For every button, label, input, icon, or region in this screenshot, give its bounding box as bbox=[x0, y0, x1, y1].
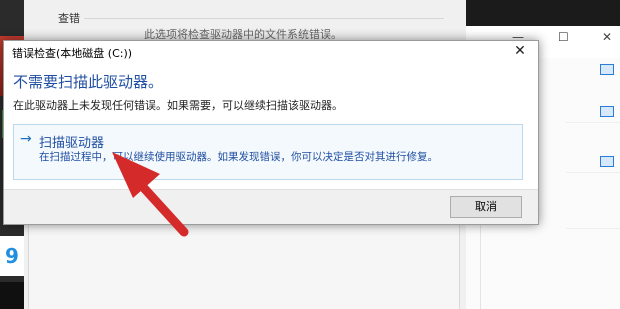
explorer-row-divider bbox=[566, 228, 620, 229]
explorer-row-divider bbox=[566, 172, 620, 173]
cancel-button[interactable]: 取消 bbox=[450, 196, 522, 218]
dialog-headline: 不需要扫描此驱动器。 bbox=[13, 73, 164, 91]
group-label-error-checking: 查错 bbox=[58, 12, 80, 25]
folder-icon[interactable] bbox=[600, 156, 614, 167]
folder-icon[interactable] bbox=[600, 106, 614, 117]
app-tile-blue[interactable]: 9 bbox=[0, 236, 24, 276]
dialog-footer: 取消 bbox=[4, 189, 538, 224]
scan-drive-button[interactable]: → 扫描驱动器 在扫描过程中，可以继续使用驱动器。如果发现错误，你可以决定是否对… bbox=[13, 124, 523, 180]
dialog-title: 错误检查(本地磁盘 (C:)) bbox=[12, 47, 133, 60]
error-checking-dialog: 错误检查(本地磁盘 (C:)) ✕ 不需要扫描此驱动器。 在此驱动器上未发现任何… bbox=[3, 40, 539, 225]
explorer-row-divider bbox=[566, 122, 620, 123]
close-icon[interactable]: ✕ bbox=[510, 42, 530, 60]
close-icon[interactable]: ✕ bbox=[602, 30, 612, 44]
app-tile-dark[interactable] bbox=[0, 282, 24, 309]
group-divider bbox=[84, 18, 444, 19]
dialog-description: 在此驱动器上未发现任何错误。如果需要，可以继续扫描该驱动器。 bbox=[13, 99, 343, 112]
maximize-icon[interactable]: ☐ bbox=[558, 30, 569, 44]
scan-drive-title: 扫描驱动器 bbox=[39, 136, 105, 151]
scan-drive-description: 在扫描过程中，可以继续使用驱动器。如果发现错误，你可以决定是否对其进行修复。 bbox=[39, 151, 438, 163]
screenshot-stage: 9 查错 此选项将检查驱动器中的文件系统错误。 — ☐ ✕ 错误检查(本地磁盘 … bbox=[0, 0, 620, 309]
folder-icon[interactable] bbox=[600, 64, 614, 75]
arrow-right-icon: → bbox=[20, 131, 32, 147]
properties-group-box bbox=[28, 218, 460, 309]
